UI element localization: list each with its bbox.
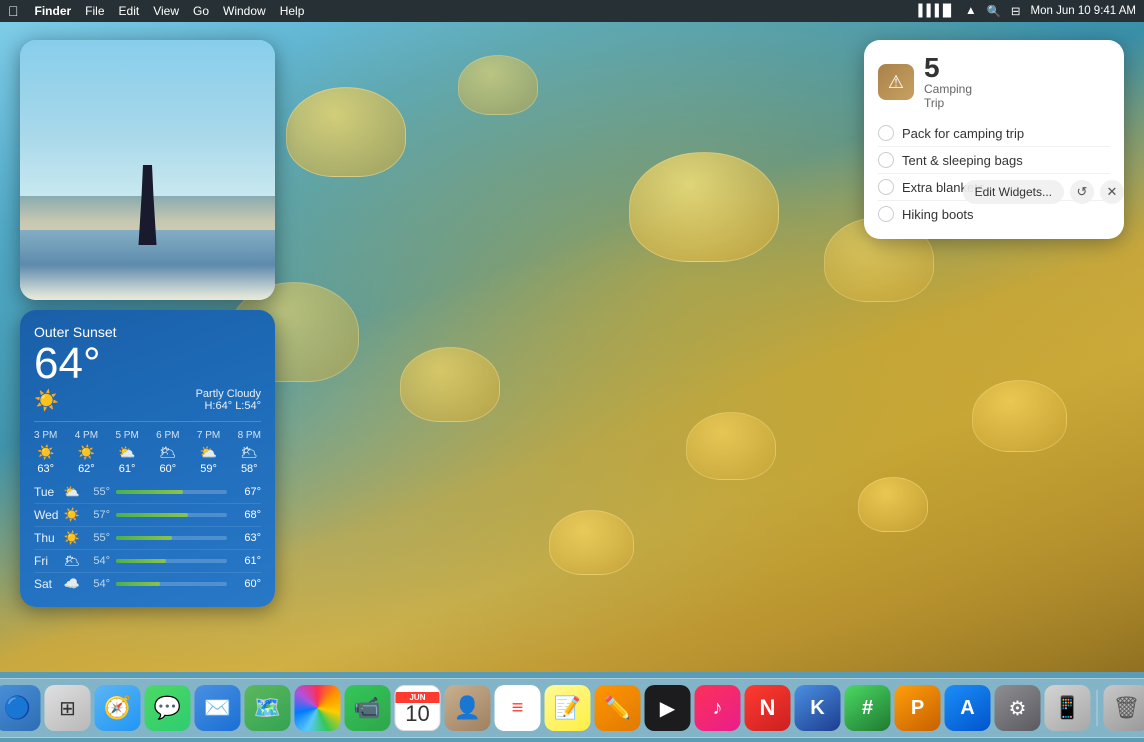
photo-widget xyxy=(20,40,275,300)
dock-item-contacts[interactable]: 👤 xyxy=(445,685,491,731)
control-center-icon[interactable]: ⊟ xyxy=(1011,4,1021,18)
menubar-file[interactable]: File xyxy=(85,4,104,18)
apple-menu[interactable]:  xyxy=(8,3,19,19)
weather-widget: Outer Sunset 64° ☀️ Partly Cloudy H:64° … xyxy=(20,310,275,607)
dock-item-safari[interactable]: 🧭 xyxy=(95,685,141,731)
hourly-forecast: 3 PM ☀️ 63° 4 PM ☀️ 62° 5 PM ⛅ 61° 6 PM … xyxy=(34,421,261,475)
dock-item-photos[interactable] xyxy=(295,685,341,731)
hourly-item: 3 PM ☀️ 63° xyxy=(34,430,57,475)
dock-separator xyxy=(1097,690,1098,726)
menubar-go[interactable]: Go xyxy=(193,4,209,18)
reminder-checkbox[interactable] xyxy=(878,206,894,222)
close-widget-button[interactable]: ✕ xyxy=(1100,180,1124,204)
reminder-text: Pack for camping trip xyxy=(902,126,1024,141)
daily-item: Tue ⛅ 55° 67° xyxy=(34,481,261,503)
reminder-item[interactable]: Pack for camping trip xyxy=(878,120,1110,146)
wifi-icon: ▲ xyxy=(965,5,976,17)
dock-item-finder[interactable]: 🔵 xyxy=(0,685,41,731)
hourly-item: 6 PM 🌥 60° xyxy=(156,430,179,475)
menubar-window[interactable]: Window xyxy=(223,4,266,18)
dock-item-appstore[interactable]: A xyxy=(945,685,991,731)
dock-item-music[interactable]: ♪ xyxy=(695,685,741,731)
reminders-header: ⚠ 5 Camping Trip xyxy=(878,54,1110,110)
daily-item: Wed ☀️ 57° 68° xyxy=(34,503,261,526)
menubar-view[interactable]: View xyxy=(153,4,179,18)
dock-item-keynote[interactable]: K xyxy=(795,685,841,731)
hourly-item: 5 PM ⛅ 61° xyxy=(115,430,138,475)
photo-widget-inner xyxy=(20,40,275,300)
dock-item-pages[interactable]: P xyxy=(895,685,941,731)
dock-item-tv[interactable]: ▶ xyxy=(645,685,691,731)
search-icon[interactable]: 🔍 xyxy=(987,4,1001,18)
reminders-widget: ⚠ 5 Camping Trip Pack for camping trip T… xyxy=(864,40,1124,239)
reminder-text: Tent & sleeping bags xyxy=(902,153,1023,168)
hourly-item: 7 PM ⛅ 59° xyxy=(197,430,220,475)
dock-item-iphone-mirror[interactable]: 📱 xyxy=(1045,685,1091,731)
reminders-count-section: 5 Camping Trip xyxy=(924,54,972,110)
rotate-widget-button[interactable]: ↺ xyxy=(1070,180,1094,204)
daily-item: Sat ☁️ 54° 60° xyxy=(34,572,261,595)
menubar-datetime[interactable]: Mon Jun 10 9:41 AM xyxy=(1031,5,1136,17)
dock-item-calendar[interactable]: JUN 10 xyxy=(395,685,441,731)
surfer-figure xyxy=(133,165,163,245)
widget-controls: Edit Widgets... ↺ ✕ xyxy=(963,180,1124,204)
reminders-group-name: Camping Trip xyxy=(924,82,972,110)
dock-item-maps[interactable]: 🗺️ xyxy=(245,685,291,731)
reminder-item[interactable]: Hiking boots xyxy=(878,200,1110,227)
menubar-help[interactable]: Help xyxy=(280,4,305,18)
daily-item: Fri 🌥 54° 61° xyxy=(34,549,261,572)
menubar-app-name[interactable]: Finder xyxy=(35,4,72,18)
weather-location: Outer Sunset xyxy=(34,324,261,340)
reminders-app-icon: ⚠ xyxy=(878,64,914,100)
surfer-body xyxy=(133,165,163,245)
hourly-item: 8 PM 🌥 58° xyxy=(238,430,261,475)
reminders-list: Pack for camping trip Tent & sleeping ba… xyxy=(878,120,1110,227)
reminder-checkbox[interactable] xyxy=(878,125,894,141)
weather-sun-icon: ☀️ xyxy=(34,388,59,413)
dock: 🔵⊞🧭💬✉️🗺️ 📹 JUN 10 👤≡📝✏️▶♪NK#PA⚙📱 🗑 xyxy=(0,678,1144,738)
dock-item-messages[interactable]: 💬 xyxy=(145,685,191,731)
menubar-right: ▐▐▐▐▌ ▲ 🔍 ⊟ Mon Jun 10 9:41 AM xyxy=(914,4,1136,18)
dock-item-facetime[interactable]: 📹 xyxy=(345,685,391,731)
dock-item-trash[interactable]: 🗑 xyxy=(1104,685,1144,731)
hourly-item: 4 PM ☀️ 62° xyxy=(75,430,98,475)
dock-item-settings[interactable]: ⚙ xyxy=(995,685,1041,731)
dock-item-freeform[interactable]: ✏️ xyxy=(595,685,641,731)
battery-icon: ▐▐▐▐▌ xyxy=(914,5,955,17)
reminder-text: Hiking boots xyxy=(902,207,974,222)
dock-item-launchpad[interactable]: ⊞ xyxy=(45,685,91,731)
dock-item-mail[interactable]: ✉️ xyxy=(195,685,241,731)
dock-item-numbers[interactable]: # xyxy=(845,685,891,731)
dock-item-notes[interactable]: 📝 xyxy=(545,685,591,731)
menubar-edit[interactable]: Edit xyxy=(119,4,140,18)
weather-condition: Partly Cloudy H:64° L:54° xyxy=(196,388,261,412)
dock-item-reminders[interactable]: ≡ xyxy=(495,685,541,731)
reminder-checkbox[interactable] xyxy=(878,152,894,168)
reminder-item[interactable]: Tent & sleeping bags xyxy=(878,146,1110,173)
daily-forecast: Tue ⛅ 55° 67° Wed ☀️ 57° 68° Thu ☀️ 55° … xyxy=(34,481,261,595)
menubar-left:  Finder File Edit View Go Window Help xyxy=(8,3,304,19)
weather-temperature: 64° xyxy=(34,340,261,388)
dock-item-news[interactable]: N xyxy=(745,685,791,731)
daily-item: Thu ☀️ 55° 63° xyxy=(34,526,261,549)
reminders-count: 5 xyxy=(924,54,972,82)
edit-widgets-button[interactable]: Edit Widgets... xyxy=(963,180,1064,204)
menubar:  Finder File Edit View Go Window Help ▐… xyxy=(0,0,1144,22)
reminder-checkbox[interactable] xyxy=(878,179,894,195)
